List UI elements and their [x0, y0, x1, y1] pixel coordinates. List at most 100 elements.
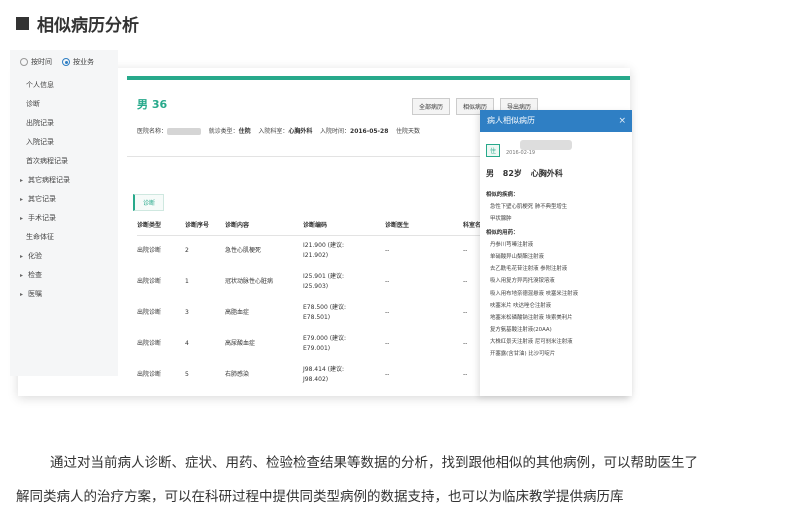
column-header: 诊断类型 [137, 215, 185, 236]
record-title: 男 36 [137, 98, 168, 111]
sidebar-group-label: 手术记录 [28, 214, 56, 222]
list-item: 复方氨基酸注射液(20AA) [490, 327, 552, 334]
section-heading: 相似病历分析 [16, 10, 139, 36]
sort-radios: 按时间 按业务 [20, 54, 118, 70]
sidebar-item-vitals[interactable]: 生命体征 [10, 228, 118, 247]
sidebar-group-exam[interactable]: ▸ 检查 [10, 266, 118, 285]
sidebar-group-label: 医嘱 [28, 290, 42, 298]
caret-right-icon: ▸ [20, 291, 24, 298]
body-paragraph-1: 通过对当前病人诊断、症状、用药、检验检查结果等数据的分析，找到跟他相似的其他病例… [50, 455, 698, 471]
sidebar-group-label: 其它病程记录 [28, 176, 70, 184]
cell-doctor: -- [385, 246, 390, 254]
list-item: 开塞露(含甘油) 比沙可啶片 [490, 351, 556, 358]
cell-content: 高脂血症 [225, 308, 250, 316]
radio-business[interactable] [62, 58, 70, 66]
cell-code: E79.000 (建议: E79.001) [303, 334, 347, 352]
cell-doctor: -- [385, 370, 390, 378]
cell-type: 出院诊断 [137, 308, 162, 316]
cell-code: I25.901 (建议: I25.903) [303, 272, 345, 290]
similar-patient-summary[interactable]: 男 82岁 心胸外科 [486, 168, 563, 179]
cell-doctor: -- [385, 277, 390, 285]
caret-right-icon: ▸ [20, 177, 24, 184]
cell-content: 右肺感染 [225, 370, 250, 378]
caret-right-icon: ▸ [20, 196, 24, 203]
redacted-name [520, 140, 572, 150]
tab-diagnosis[interactable]: 诊断 [133, 194, 165, 211]
similar-records-panel: 病人相似病历 × 住 2016-02-19 男 82岁 心胸外科 相似的疾病： … [480, 110, 632, 396]
heading-square-icon [16, 16, 29, 30]
similar-dx-label: 相似的疾病： [486, 192, 519, 198]
redacted-hospital [167, 128, 202, 135]
table-row[interactable]: 出院诊断 2 急性心肌梗死 I21.900 (建议: I21.902) -- -- [137, 235, 493, 266]
panel-header: 病人相似病历 × [480, 110, 632, 132]
dept-value: 心胸外科 [288, 128, 313, 135]
list-item: 大株红景天注射液 尼可刹米注射液 [490, 339, 573, 346]
sidebar-group-other-records[interactable]: ▸ 其它记录 [10, 190, 118, 209]
diagnosis-table: 诊断类型 诊断序号 诊断内容 诊断编码 诊断医生 科室名 出院诊断 2 急性心肌… [137, 215, 493, 390]
cell-type: 出院诊断 [137, 246, 162, 254]
table-row[interactable]: 出院诊断 5 右肺感染 J98.414 (建议: J98.402) -- -- [137, 359, 493, 390]
table-header-row: 诊断类型 诊断序号 诊断内容 诊断编码 诊断医生 科室名 [137, 215, 493, 236]
similar-drug-label: 相似的用药： [486, 229, 519, 236]
cell-seq: 3 [185, 308, 189, 316]
cell-doctor: -- [385, 339, 390, 347]
column-header: 诊断医生 [385, 215, 463, 236]
table-row[interactable]: 出院诊断 1 冠状动脉性心脏病 I25.901 (建议: I25.903) -- … [137, 266, 493, 297]
sidebar-group-label: 其它记录 [28, 195, 56, 203]
cell-code: E78.500 (建议: E78.501) [303, 303, 347, 321]
list-item: 呋塞米片 呋达唑仑注射液 [490, 302, 552, 309]
column-header: 诊断序号 [185, 215, 225, 236]
cell-content: 冠状动脉性心脏病 [225, 277, 274, 285]
body-paragraph-2: 解同类病人的治疗方案，可以在科研过程中提供同类型病例的数据支持，也可以为临床教学… [16, 489, 624, 505]
list-item: 急性下壁心肌梗死 肺不典型增生 [490, 204, 568, 211]
sidebar-item-first-course[interactable]: 首次病程记录 [10, 152, 118, 171]
list-item: 去乙酰毛花苷注射液 参附注射液 [490, 266, 568, 273]
visit-type-label: 就诊类型： [208, 128, 239, 135]
caret-right-icon: ▸ [20, 253, 24, 260]
record-info: 医院名称： 就诊类型：住院 入院科室：心胸外科 入院时间：2016-05-28 … [137, 126, 420, 135]
sidebar-group-lab[interactable]: ▸ 化验 [10, 247, 118, 266]
all-records-button[interactable]: 全部病历 [411, 98, 450, 115]
radio-time-label: 按时间 [31, 58, 52, 66]
caret-right-icon: ▸ [20, 215, 24, 222]
sidebar-item-personal[interactable]: 个人信息 [10, 76, 118, 95]
list-item: 吸入用复方异丙托溴铵溶液 [490, 278, 555, 285]
close-icon[interactable]: × [618, 110, 626, 132]
list-item: 吸入用布地奈德混悬液 呋塞米注射液 [490, 290, 578, 297]
sidebar-group-orders[interactable]: ▸ 医嘱 [10, 285, 118, 304]
similar-details: 相似的疾病： 急性下壁心肌梗死 肺不典型增生 甲状腺肿 相似的用药： 丹参川芎嗪… [486, 188, 578, 361]
list-item: 丹参川芎嗪注射液 [490, 241, 534, 248]
cell-type: 出院诊断 [137, 277, 162, 285]
list-item: 地塞米松磷酸钠注射液 埃索美利片 [490, 314, 573, 321]
list-item: 甲状腺肿 [490, 216, 512, 223]
admit-label: 入院时间： [320, 128, 351, 135]
cell-seq: 1 [185, 277, 189, 285]
radio-time[interactable] [20, 58, 28, 66]
cell-type: 出院诊断 [137, 370, 162, 378]
column-header: 诊断内容 [225, 215, 303, 236]
sidebar-item-discharge[interactable]: 出院记录 [10, 114, 118, 133]
panel-title: 病人相似病历 [487, 116, 535, 125]
sidebar-group-label: 化验 [28, 252, 42, 260]
cell-seq: 4 [185, 339, 189, 347]
table-row[interactable]: 出院诊断 3 高脂血症 E78.500 (建议: E78.501) -- -- [137, 297, 493, 328]
column-header: 诊断编码 [303, 215, 385, 236]
cell-code: J98.414 (建议: J98.402) [303, 365, 345, 383]
table-row[interactable]: 出院诊断 4 高尿酸血症 E79.000 (建议: E79.001) -- -- [137, 328, 493, 359]
inpatient-tag: 住 [486, 144, 501, 157]
sidebar-item-admission[interactable]: 入院记录 [10, 133, 118, 152]
cell-seq: 5 [185, 370, 189, 378]
sidebar: 按时间 按业务 个人信息 诊断 出院记录 入院记录 首次病程记录 ▸ 其它病程记录… [10, 50, 118, 376]
cell-content: 急性心肌梗死 [225, 246, 262, 254]
list-item: 单硝酸异山梨酯注射液 [490, 253, 544, 260]
sidebar-group-surgery[interactable]: ▸ 手术记录 [10, 209, 118, 228]
cell-seq: 2 [185, 246, 189, 254]
sidebar-group-other-course[interactable]: ▸ 其它病程记录 [10, 171, 118, 190]
cell-doctor: -- [385, 308, 390, 316]
hospital-label: 医院名称： [137, 128, 168, 135]
cell-code: I21.900 (建议: I21.902) [303, 241, 345, 259]
cell-content: 高尿酸血症 [225, 339, 256, 347]
days-label: 住院天数 [396, 128, 421, 135]
record-date: 2016-02-19 [506, 150, 536, 156]
sidebar-item-diagnosis[interactable]: 诊断 [10, 95, 118, 114]
